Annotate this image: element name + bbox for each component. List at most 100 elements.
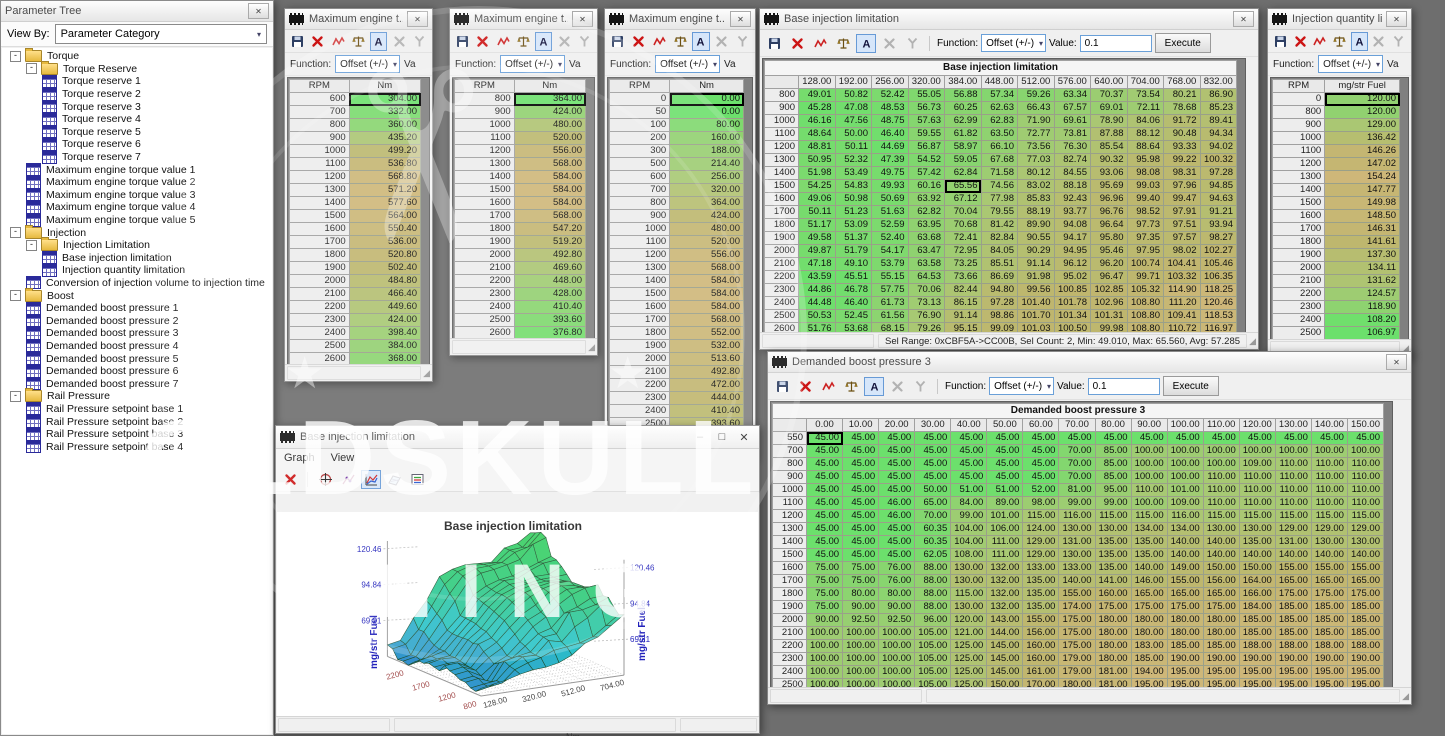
cell[interactable]: 147.77 [1325, 184, 1400, 197]
cell[interactable]: 98.31 [1164, 167, 1201, 180]
cell[interactable]: 73.66 [945, 271, 982, 284]
cell[interactable]: 82.84 [981, 232, 1018, 245]
cell[interactable]: 98.02 [1164, 245, 1201, 258]
tree-item[interactable]: Rail Pressure setpoint base 1 [2, 403, 272, 416]
row-header[interactable]: 600 [610, 171, 670, 184]
cell[interactable]: 97.57 [1164, 232, 1201, 245]
cell[interactable]: 70.68 [945, 219, 982, 232]
cell[interactable]: 100.00 [1167, 471, 1203, 484]
row-header[interactable]: 800 [1273, 106, 1325, 119]
cell[interactable]: 45.00 [807, 484, 843, 497]
tree-item[interactable]: Demanded boost pressure 1 [2, 302, 272, 315]
row-header[interactable]: 800 [765, 89, 799, 102]
cell[interactable]: 84.05 [981, 245, 1018, 258]
row-header[interactable]: 1400 [1273, 184, 1325, 197]
cell[interactable]: 115.00 [1347, 510, 1383, 523]
cell[interactable]: 74.56 [981, 180, 1018, 193]
cell[interactable]: 67.12 [945, 193, 982, 206]
cell[interactable]: 332.00 [349, 106, 420, 119]
row-header[interactable]: 1800 [290, 249, 350, 262]
cell[interactable]: 48.81 [799, 141, 836, 154]
cell[interactable]: 45.00 [879, 536, 915, 549]
cell[interactable]: 115.00 [1275, 510, 1311, 523]
cell[interactable]: 105.00 [915, 666, 951, 679]
minimize-button[interactable]: – [689, 429, 711, 445]
cell[interactable]: 45.51 [835, 271, 872, 284]
curve-icon[interactable] [1311, 32, 1328, 51]
cell[interactable]: 547.20 [514, 223, 585, 236]
cell[interactable]: 175.00 [1347, 588, 1383, 601]
cell[interactable]: 135.00 [1131, 536, 1167, 549]
cell[interactable]: 185.00 [1131, 653, 1167, 666]
tree-item[interactable]: Torque reserve 6 [2, 138, 272, 151]
column-header[interactable]: Nm [514, 80, 585, 93]
cell[interactable]: 136.42 [1325, 132, 1400, 145]
cell[interactable]: 63.47 [908, 245, 945, 258]
cell[interactable]: 94.02 [1200, 141, 1237, 154]
cell[interactable]: 135.00 [1095, 562, 1131, 575]
cell[interactable]: 84.06 [1127, 115, 1164, 128]
cell[interactable]: 49.87 [799, 245, 836, 258]
cell[interactable]: 45.00 [843, 432, 879, 445]
cell[interactable]: 179.00 [1059, 653, 1095, 666]
cell[interactable]: 52.40 [872, 232, 909, 245]
cell[interactable]: 48.64 [799, 128, 836, 141]
tree-item[interactable]: Conversion of injection volume to inject… [2, 277, 272, 290]
delete-icon[interactable] [1292, 32, 1309, 51]
cell[interactable]: 45.00 [807, 458, 843, 471]
cell[interactable]: 98.52 [1127, 206, 1164, 219]
row-header[interactable]: 2100 [1273, 275, 1325, 288]
cell[interactable]: 100.00 [879, 666, 915, 679]
cell[interactable]: 95.00 [1095, 484, 1131, 497]
row-header[interactable]: 2400 [1273, 314, 1325, 327]
scales-icon[interactable] [833, 34, 853, 53]
cell[interactable]: 63.68 [908, 232, 945, 245]
save-icon[interactable] [289, 32, 306, 51]
cell[interactable]: 150.00 [1239, 562, 1275, 575]
cell[interactable]: 45.28 [799, 102, 836, 115]
cell[interactable]: 77.98 [981, 193, 1018, 206]
cell[interactable]: 110.00 [1275, 484, 1311, 497]
cell[interactable]: 135.00 [1131, 549, 1167, 562]
row-header[interactable]: 1300 [610, 262, 670, 275]
axis-label-icon[interactable]: A [864, 377, 884, 396]
cell[interactable]: 45.00 [843, 523, 879, 536]
cell[interactable]: 96.64 [1091, 219, 1128, 232]
cell[interactable]: 97.73 [1127, 219, 1164, 232]
cell[interactable]: 129.00 [1023, 536, 1059, 549]
cell[interactable]: 89.90 [1018, 219, 1055, 232]
x-axis-icon-disabled[interactable] [887, 377, 907, 396]
row-header[interactable]: 800 [773, 458, 807, 471]
close-icon[interactable]: ✕ [407, 11, 428, 27]
cell[interactable]: 49.10 [835, 258, 872, 271]
cell[interactable]: 181.00 [1095, 666, 1131, 679]
cell[interactable]: 179.00 [1059, 666, 1095, 679]
expander-icon[interactable] [26, 63, 37, 74]
titlebar[interactable]: Maximum engine t... ✕ [450, 9, 597, 30]
cell[interactable]: 185.00 [1275, 601, 1311, 614]
row-header[interactable]: 2000 [1273, 262, 1325, 275]
cell[interactable]: 435.20 [349, 132, 420, 145]
y-axis-icon-disabled[interactable] [576, 32, 593, 51]
cell[interactable]: 90.55 [1018, 232, 1055, 245]
row-header[interactable]: 1400 [290, 197, 350, 210]
cell[interactable]: 79.55 [981, 206, 1018, 219]
cell[interactable]: 45.00 [879, 484, 915, 497]
cell[interactable]: 96.20 [1091, 258, 1128, 271]
cell[interactable]: 45.00 [807, 471, 843, 484]
column-header[interactable]: 20.00 [879, 419, 915, 432]
cell[interactable]: 110.00 [1275, 458, 1311, 471]
cell[interactable]: 101.34 [1054, 310, 1091, 323]
cell[interactable]: 135.00 [1095, 549, 1131, 562]
cell[interactable]: 120.00 [951, 614, 987, 627]
cell[interactable]: 45.00 [951, 445, 987, 458]
row-header[interactable]: 1400 [610, 275, 670, 288]
close-icon[interactable]: ✕ [248, 3, 269, 19]
cell[interactable]: 137.30 [1325, 249, 1400, 262]
row-header[interactable]: 1500 [773, 549, 807, 562]
row-header[interactable]: 1900 [290, 262, 350, 275]
tree-item[interactable]: Demanded boost pressure 4 [2, 340, 272, 353]
cell[interactable]: 106.00 [987, 523, 1023, 536]
cell[interactable]: 155.00 [1347, 562, 1383, 575]
cell[interactable]: 75.00 [843, 562, 879, 575]
